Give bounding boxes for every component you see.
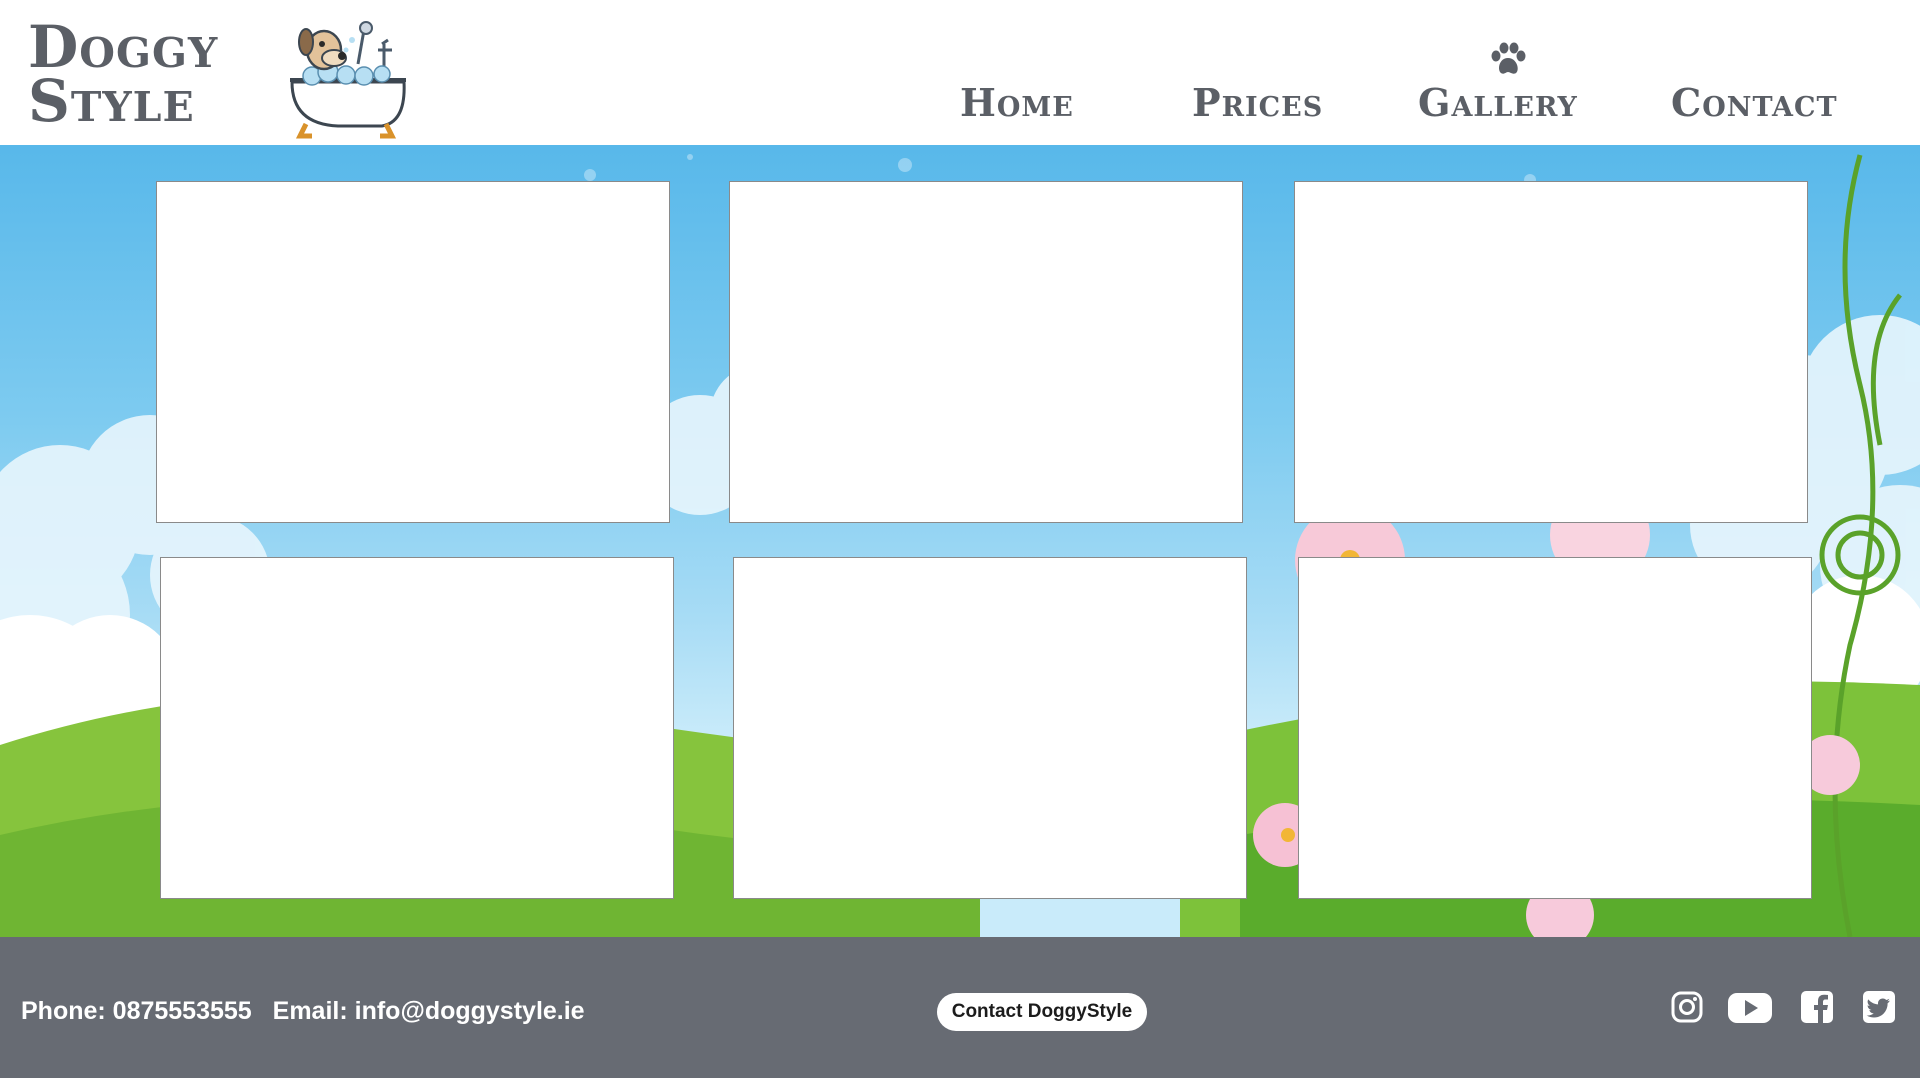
gallery-tile[interactable] (160, 557, 674, 899)
gallery-tile[interactable] (156, 181, 670, 523)
nav-contact[interactable]: Contact (1671, 80, 1838, 125)
contact-button[interactable]: Contact DoggyStyle (937, 993, 1147, 1031)
instagram-icon[interactable] (1668, 988, 1706, 1026)
logo-line-2: Style (28, 67, 195, 135)
gallery-tile[interactable] (1298, 557, 1812, 899)
nav-prices[interactable]: Prices (1192, 80, 1323, 125)
facebook-icon[interactable] (1798, 988, 1836, 1026)
twitter-icon[interactable] (1860, 988, 1898, 1026)
nav-gallery[interactable]: Gallery (1418, 80, 1578, 125)
gallery-tile[interactable] (1294, 181, 1808, 523)
logo-wordmark: Doggy Style (28, 13, 219, 135)
gallery-tile[interactable] (733, 557, 1247, 899)
footer-email[interactable]: Email: info@doggystyle.ie (273, 997, 585, 1025)
gallery-section (0, 145, 1920, 937)
main-nav: Home Prices Gallery Contact (960, 0, 1920, 145)
nav-home[interactable]: Home (960, 80, 1074, 125)
site-logo[interactable]: Doggy Style (28, 13, 408, 140)
paw-icon (1491, 42, 1526, 74)
site-footer: Phone: 0875553555 Email: info@doggystyle… (0, 937, 1920, 1080)
dog-in-bathtub-icon (290, 21, 406, 139)
site-header: Doggy Style Home Prices Gallery Contact (0, 0, 1920, 145)
logo-line-1: Doggy (28, 13, 219, 81)
footer-contact-info: Phone: 0875553555 Email: info@doggystyle… (21, 997, 585, 1026)
youtube-icon[interactable] (1726, 988, 1774, 1026)
gallery-tile[interactable] (729, 181, 1243, 523)
footer-phone[interactable]: Phone: 0875553555 (21, 997, 252, 1025)
